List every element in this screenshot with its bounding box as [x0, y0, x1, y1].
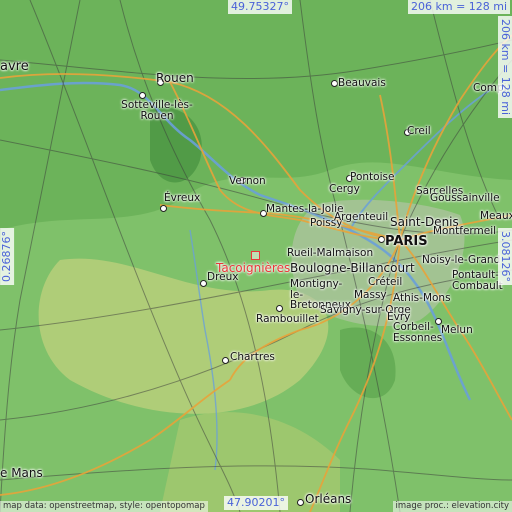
label-beauvais: Beauvais [338, 77, 386, 89]
orleans-dot [297, 499, 304, 506]
evreux-dot [160, 205, 167, 212]
chartres-dot [222, 357, 229, 364]
sotteville-dot [139, 92, 146, 99]
label-le-mans: e Mans [0, 466, 43, 480]
latitude-top: 49.75327° [228, 0, 292, 15]
label-tacoignieres[interactable]: Tacoignières [216, 262, 290, 274]
label-goussainville: Goussainville [430, 192, 500, 204]
label-mantes: Mantes-la-Jolie [266, 203, 344, 215]
attribution-map-data: map data: openstreetmap, style: opentopo… [0, 500, 208, 512]
label-melun: Melun [441, 324, 473, 336]
label-paris: PARIS [385, 234, 428, 249]
rambouillet-dot [276, 305, 283, 312]
map-view[interactable]: avre Rouen Sotteville-lès-Rouen Beauvais… [0, 0, 512, 512]
latitude-bottom: 47.90201° [224, 496, 288, 511]
label-havre: avre [0, 59, 29, 74]
label-cergy: Cergy [329, 183, 360, 195]
beauvais-dot [331, 80, 338, 87]
label-chartres: Chartres [230, 351, 275, 363]
label-montfermeil: Montfermeil [433, 225, 497, 237]
paris-dot [378, 236, 385, 243]
label-creil: Creil [407, 125, 431, 137]
label-creteil: Créteil [368, 276, 403, 288]
longitude-right: 3.08126° [498, 228, 512, 285]
scale-top: 206 km = 128 mi [408, 0, 511, 15]
label-corbeil: Corbeil-Essonnes [393, 321, 443, 344]
label-sotteville: Sotteville-lès-Rouen [121, 99, 193, 122]
label-massy: Massy [354, 289, 387, 301]
label-rueil: Rueil-Malmaison [287, 247, 374, 259]
tacoignieres-marker[interactable] [251, 251, 260, 260]
label-argenteuil: Argenteuil [334, 211, 389, 223]
attribution-image-proc: image proc.: elevation.city [392, 500, 512, 512]
longitude-left: 0.26876° [0, 228, 15, 285]
label-evreux: Évreux [164, 192, 201, 204]
dreux-dot [200, 280, 207, 287]
label-pontoise: Pontoise [350, 171, 395, 183]
label-meaux: Meaux [480, 210, 512, 222]
label-noisy: Noisy-le-Grand [422, 254, 501, 266]
label-athis: Athis-Mons [393, 292, 451, 304]
label-boulogne: Boulogne-Billancourt [290, 261, 415, 275]
label-rouen: Rouen [156, 71, 194, 85]
label-orleans: Orléans [305, 492, 352, 506]
scale-right: 206 km = 128 mi [498, 16, 512, 119]
label-vernon: Vernon [229, 175, 266, 187]
label-rambouillet: Rambouillet [256, 313, 319, 325]
